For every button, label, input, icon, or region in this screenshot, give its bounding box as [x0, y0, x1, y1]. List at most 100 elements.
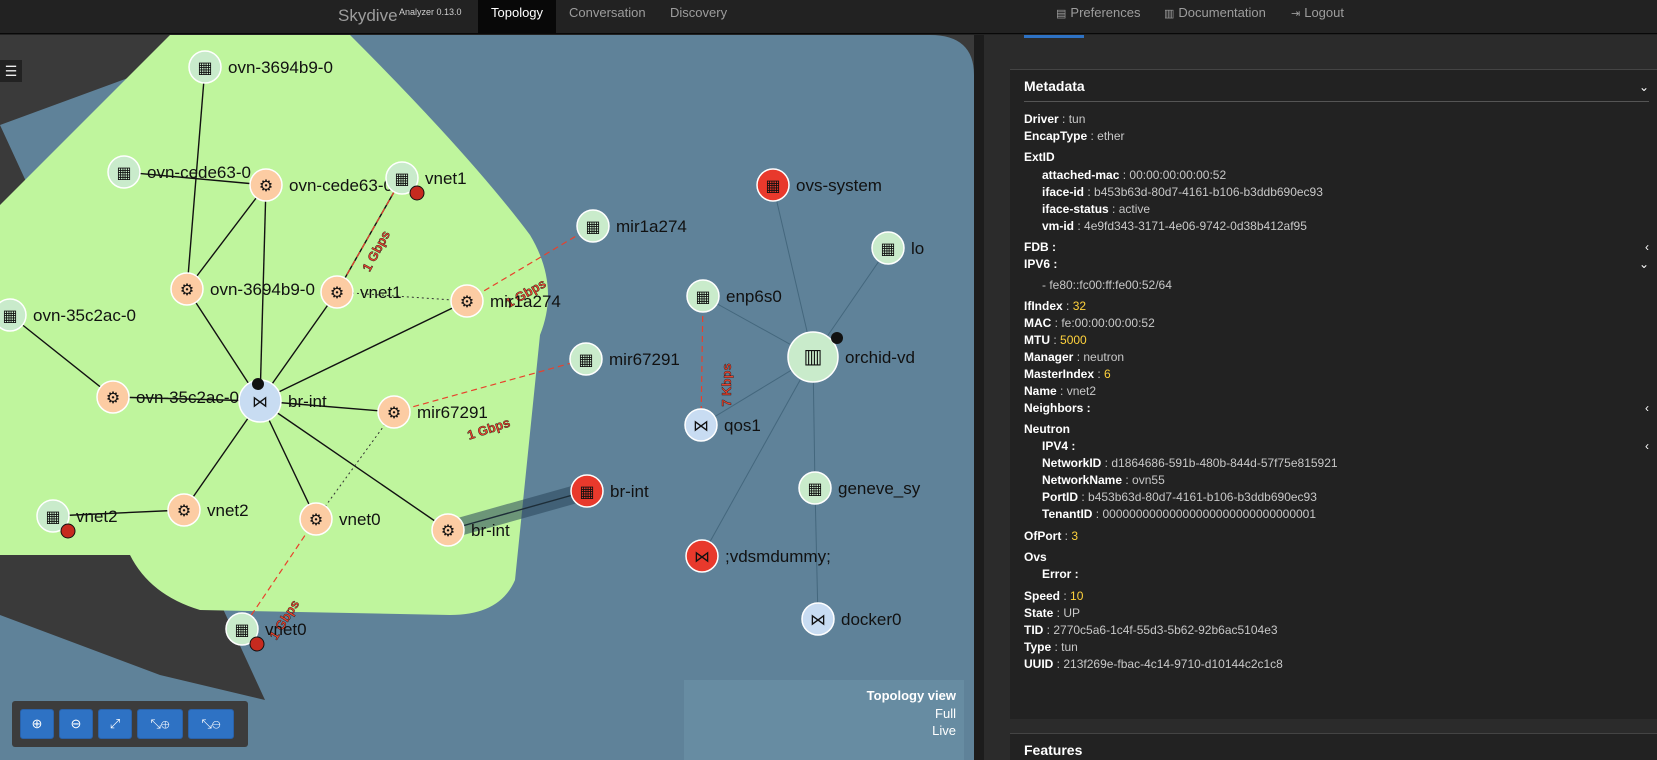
zoom-out-button[interactable]: ⊖	[59, 709, 93, 739]
tab-topology[interactable]: Topology	[478, 0, 557, 34]
meta-uuid: UUID : 213f269e-fbac-4c14-9710-d10144c2c…	[1024, 657, 1283, 671]
port-icon: ⚙	[259, 176, 273, 195]
meta-error: Error :	[1042, 567, 1079, 581]
bridge-icon: ⋈	[252, 392, 268, 411]
port-icon: ⚙	[106, 388, 120, 407]
zoom-in-button[interactable]: ⊕	[20, 709, 54, 739]
node-label: mir1a274	[616, 217, 687, 236]
port-icon: ⚙	[460, 292, 474, 311]
chevron-left-icon[interactable]: ‹	[1645, 401, 1649, 415]
meta-tid: TID : 2770c5a6-1c4f-55d3-5b62-92b6ac5104…	[1024, 623, 1278, 637]
node-label: mir67291	[609, 350, 680, 369]
top-button-edge[interactable]	[1024, 35, 1084, 38]
topology-view-live[interactable]: Live	[932, 723, 956, 738]
metadata-list: Driver : tun EncapType : ether ExtID att…	[1010, 70, 1657, 719]
logout-icon: ⇥	[1291, 8, 1301, 20]
meta-manager: Manager : neutron	[1024, 350, 1125, 364]
node-label: ovn-3694b9-0	[228, 58, 333, 77]
node-label: ;vdsmdummy;	[725, 547, 831, 566]
node-label: mir1a274	[490, 292, 561, 311]
node-label: ovn-35c2ac-0	[33, 306, 136, 325]
meta-neighbors[interactable]: Neighbors :	[1024, 401, 1091, 415]
meta-iface-status: iface-status : active	[1042, 202, 1151, 216]
interface-icon: ▦	[807, 479, 822, 498]
node-label: enp6s0	[726, 287, 782, 306]
meta-ipv6-value: - fe80::fc00:ff:fe00:52/64	[1042, 278, 1172, 292]
down-badge-icon	[60, 523, 76, 539]
file-icon: ▤	[1056, 8, 1067, 20]
documentation-link[interactable]: ▥ Documentation	[1164, 5, 1266, 20]
interface-icon: ▦	[579, 482, 594, 501]
meta-driver: Driver : tun	[1024, 112, 1086, 126]
meta-ipv4[interactable]: IPV4 :	[1042, 439, 1075, 453]
menu-icon[interactable]: ☰	[0, 60, 22, 82]
meta-mac: MAC : fe:00:00:00:00:52	[1024, 316, 1155, 330]
node-label: vnet1	[425, 169, 467, 188]
tab-discovery[interactable]: Discovery	[657, 0, 740, 34]
interface-icon: ▦	[880, 239, 895, 258]
meta-attached-mac: attached-mac : 00:00:00:00:00:52	[1042, 168, 1227, 182]
port-icon: ⚙	[441, 521, 455, 540]
meta-network-name: NetworkName : ovn55	[1042, 473, 1165, 487]
collapse-icon[interactable]	[831, 332, 843, 344]
node-label: ovn-35c2ac-0	[136, 388, 239, 407]
topology-view-title: Topology view	[866, 688, 956, 703]
fit-button[interactable]: ⤢	[98, 709, 132, 739]
topology-view-full[interactable]: Full	[935, 706, 956, 721]
meta-ovs: Ovs	[1024, 550, 1047, 564]
top-navbar: Skydive Analyzer 0.13.0 Topology Convers…	[0, 0, 1657, 34]
meta-neutron: Neutron	[1024, 422, 1070, 436]
meta-fdb[interactable]: FDB :	[1024, 240, 1056, 254]
port-icon: ⚙	[309, 510, 323, 529]
features-panel: Features	[1010, 733, 1657, 760]
node-label: br-int	[288, 392, 327, 411]
node-label: mir67291	[417, 403, 488, 422]
node-label: qos1	[724, 416, 761, 435]
node-label: vnet0	[265, 620, 307, 639]
node-label: vnet2	[76, 507, 118, 526]
node-label: br-int	[610, 482, 649, 501]
preferences-link[interactable]: ▤ Preferences	[1056, 5, 1141, 20]
meta-vm-id: vm-id : 4e9fd343-3171-4e06-9742-0d38b412…	[1042, 219, 1307, 233]
meta-iface-id: iface-id : b453b63d-80d7-4161-b106-b3ddb…	[1042, 185, 1323, 199]
port-icon: ⚙	[180, 280, 194, 299]
node-label: docker0	[841, 610, 901, 629]
meta-ipv6[interactable]: IPV6 :	[1024, 257, 1057, 271]
metadata-panel: Metadata ⌄ Driver : tun EncapType : ethe…	[1010, 69, 1657, 719]
book-icon: ▥	[1164, 8, 1175, 20]
interface-icon: ▦	[765, 176, 780, 195]
host-icon: ▥	[804, 344, 823, 368]
node-label: vnet2	[207, 501, 249, 520]
logout-link[interactable]: ⇥ Logout	[1291, 5, 1344, 20]
app-brand[interactable]: Skydive	[338, 6, 398, 26]
node-label: ovn-cede63-0	[147, 163, 251, 182]
expand-all-button[interactable]: ⤡⊕	[137, 709, 183, 739]
interface-icon: ▦	[394, 169, 409, 188]
features-title[interactable]: Features	[1024, 742, 1082, 758]
meta-mtu: MTU : 5000	[1024, 333, 1087, 347]
collapse-icon[interactable]	[252, 378, 264, 390]
node-label: ovs-system	[796, 176, 882, 195]
meta-encaptype: EncapType : ether	[1024, 129, 1125, 143]
interface-icon: ▦	[578, 350, 593, 369]
meta-name: Name : vnet2	[1024, 384, 1097, 398]
port-icon: ⚙	[330, 283, 344, 302]
down-badge-icon	[249, 636, 265, 652]
node-label: orchid-vd	[845, 348, 915, 367]
bridge-icon: ⋈	[693, 416, 709, 435]
chevron-down-icon[interactable]: ⌄	[1639, 257, 1649, 271]
meta-ofport: OfPort : 3	[1024, 529, 1079, 543]
collapse-all-button[interactable]: ⤡⊖	[188, 709, 234, 739]
tab-conversation[interactable]: Conversation	[556, 0, 659, 34]
topology-canvas[interactable]: 1 Gbps 1 Gbps 1 Gbps 1 Gbps 7 Kbps ▦ ovn-3694…	[0, 35, 974, 760]
node-label: geneve_sy	[838, 479, 921, 498]
chevron-left-icon[interactable]: ‹	[1645, 439, 1649, 453]
node-label: ovn-3694b9-0	[210, 280, 315, 299]
app-version: Analyzer 0.13.0	[399, 7, 462, 17]
meta-tenant-id: TenantID : 00000000000000000000000000000…	[1042, 507, 1317, 521]
topology-graph[interactable]: 1 Gbps1 Gbps1 Gbps1 Gbps7 Kbps ▦ ovn-3694…	[0, 35, 974, 760]
chevron-left-icon[interactable]: ‹	[1645, 240, 1649, 254]
meta-extid: ExtID	[1024, 150, 1055, 164]
interface-icon: ▦	[585, 217, 600, 236]
node-label: br-int	[471, 521, 510, 540]
